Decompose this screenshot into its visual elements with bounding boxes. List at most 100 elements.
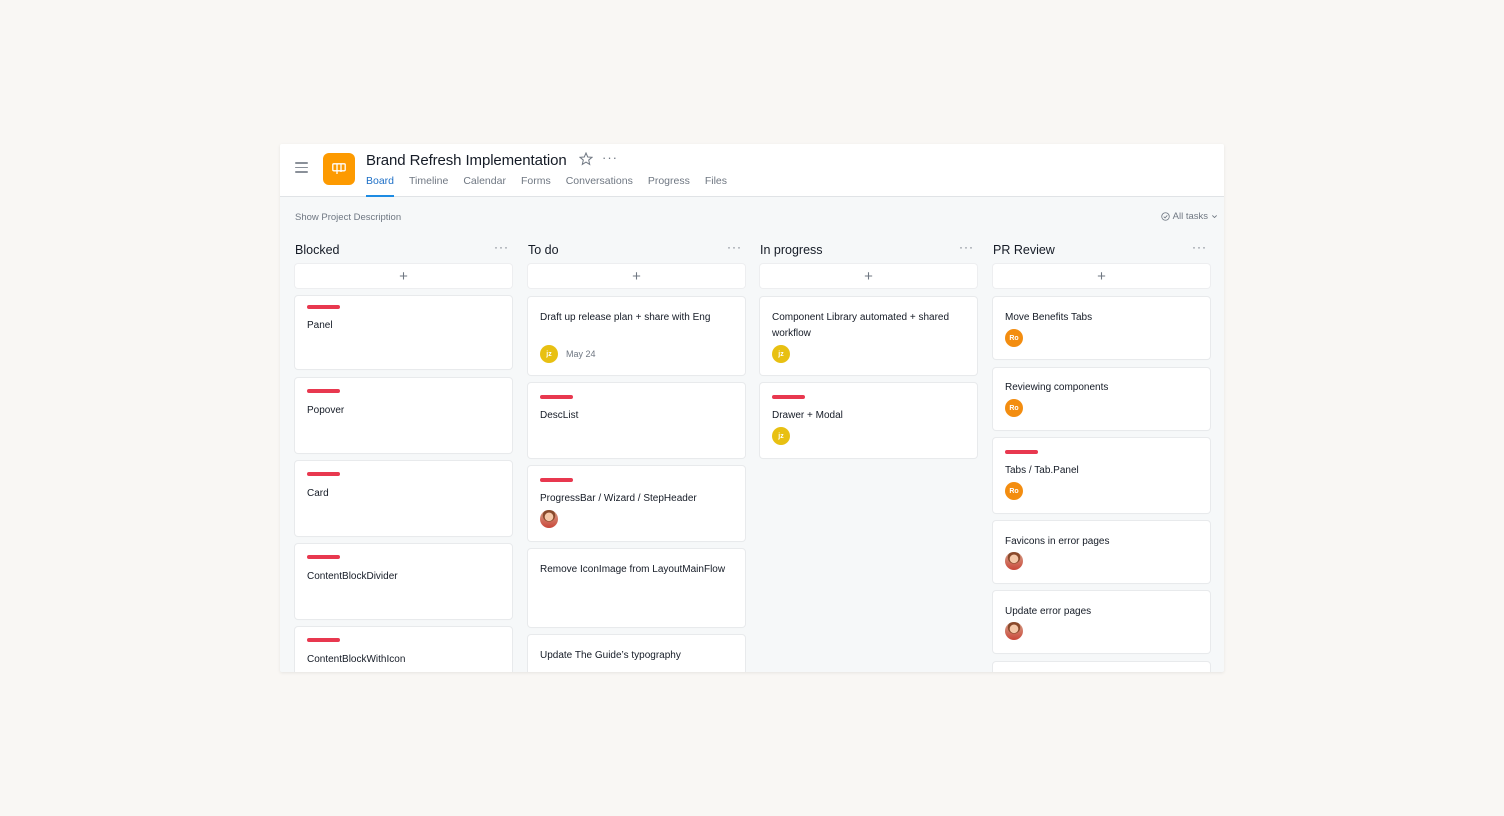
tag-red bbox=[307, 389, 340, 393]
task-card[interactable]: ContentBlockDivider bbox=[295, 544, 512, 619]
task-title: Card bbox=[307, 488, 329, 499]
task-card[interactable]: Remove IconImage from LayoutMainFlow bbox=[528, 549, 745, 627]
task-card[interactable]: Component Library automated + shared wor… bbox=[760, 297, 977, 375]
plus-icon: + bbox=[399, 267, 408, 285]
column-more-button[interactable]: ··· bbox=[494, 240, 509, 254]
task-card[interactable]: Panel bbox=[295, 296, 512, 369]
task-card[interactable]: Card bbox=[295, 461, 512, 536]
task-title: ContentBlockDivider bbox=[307, 571, 398, 582]
avatar[interactable] bbox=[1005, 552, 1023, 570]
avatar[interactable]: Ro bbox=[1005, 482, 1023, 500]
project-more-button[interactable]: ··· bbox=[602, 150, 618, 165]
avatar[interactable]: Ro bbox=[1005, 399, 1023, 417]
task-title: Tabs / Tab.Panel bbox=[1005, 465, 1079, 476]
column-title: Blocked bbox=[295, 243, 340, 257]
task-title: Move Benefits Tabs bbox=[1005, 312, 1093, 323]
task-card[interactable]: Drawer + Modal jz bbox=[760, 383, 977, 458]
task-card[interactable]: Draft up release plan + share with Eng j… bbox=[528, 297, 745, 375]
task-title: Favicons in error pages bbox=[1005, 536, 1110, 547]
task-title: Drawer + Modal bbox=[772, 410, 843, 421]
column-title: PR Review bbox=[993, 243, 1055, 257]
task-card[interactable]: DescList bbox=[528, 383, 745, 458]
tag-red bbox=[307, 472, 340, 476]
task-card[interactable]: ContentBlockWithIcon bbox=[295, 627, 512, 672]
tab-conversations[interactable]: Conversations bbox=[566, 175, 633, 197]
avatar[interactable] bbox=[1005, 622, 1023, 640]
tab-progress[interactable]: Progress bbox=[648, 175, 690, 197]
page-title: Brand Refresh Implementation bbox=[366, 152, 567, 169]
add-task-button[interactable]: + bbox=[760, 264, 977, 288]
task-card[interactable]: Popover bbox=[295, 378, 512, 453]
tab-files[interactable]: Files bbox=[705, 175, 727, 197]
avatar[interactable]: jz bbox=[540, 345, 558, 363]
task-title: Panel bbox=[307, 320, 333, 331]
chevron-down-icon bbox=[1212, 215, 1217, 219]
tab-timeline[interactable]: Timeline bbox=[409, 175, 448, 197]
all-tasks-filter[interactable]: All tasks bbox=[1160, 211, 1218, 222]
task-card[interactable]: Tabs / Tab.Panel Ro bbox=[993, 438, 1210, 513]
tab-calendar[interactable]: Calendar bbox=[463, 175, 506, 197]
project-tabs: Board Timeline Calendar Forms Conversati… bbox=[366, 175, 742, 197]
board-icon bbox=[332, 163, 346, 174]
column-header: In progress ··· bbox=[760, 237, 977, 264]
board-toolbar: Show Project Description All tasks bbox=[280, 197, 1224, 237]
all-tasks-label: All tasks bbox=[1172, 211, 1208, 222]
task-card[interactable]: Favicons in error pages bbox=[993, 521, 1210, 583]
project-window: Brand Refresh Implementation ··· Board T… bbox=[280, 144, 1224, 672]
project-header: Brand Refresh Implementation ··· Board T… bbox=[280, 144, 1224, 197]
task-title: Update error pages bbox=[1005, 606, 1092, 617]
column-header: Blocked ··· bbox=[295, 237, 512, 264]
tag-red bbox=[307, 305, 340, 309]
column-title: In progress bbox=[760, 243, 823, 257]
task-card[interactable]: Move Benefits Tabs Ro bbox=[993, 297, 1210, 359]
column-title: To do bbox=[528, 243, 559, 257]
avatar[interactable]: jz bbox=[772, 345, 790, 363]
hamburger-menu-icon[interactable] bbox=[295, 162, 308, 173]
add-task-button[interactable]: + bbox=[993, 264, 1210, 288]
plus-icon: + bbox=[632, 267, 641, 285]
tag-red bbox=[1005, 450, 1038, 454]
show-description-link[interactable]: Show Project Description bbox=[295, 212, 401, 223]
task-title: ContentBlockWithIcon bbox=[307, 654, 406, 665]
task-title: Remove IconImage from LayoutMainFlow bbox=[540, 564, 726, 575]
add-task-button[interactable]: + bbox=[295, 264, 512, 288]
column-header: PR Review ··· bbox=[993, 237, 1210, 264]
column-more-button[interactable]: ··· bbox=[727, 240, 742, 254]
task-title: Draft up release plan + share with Eng bbox=[540, 312, 711, 323]
task-card[interactable] bbox=[993, 662, 1210, 672]
due-date: May 24 bbox=[566, 349, 596, 359]
column-pr-review: PR Review ··· + Move Benefits Tabs Ro Re… bbox=[993, 237, 1210, 672]
tab-board[interactable]: Board bbox=[366, 175, 395, 197]
column-in-progress: In progress ··· + Component Library auto… bbox=[760, 237, 977, 458]
task-title: Reviewing components bbox=[1005, 382, 1109, 393]
task-card[interactable]: Update The Guide’s typography bbox=[528, 635, 745, 672]
task-title: Component Library automated + shared wor… bbox=[772, 312, 950, 339]
tag-red bbox=[540, 395, 573, 399]
tag-red bbox=[307, 638, 340, 642]
project-board-icon bbox=[323, 153, 355, 185]
task-card[interactable]: ProgressBar / Wizard / StepHeader bbox=[528, 466, 745, 541]
column-more-button[interactable]: ··· bbox=[959, 240, 974, 254]
avatar[interactable]: Ro bbox=[1005, 329, 1023, 347]
task-title: DescList bbox=[540, 410, 579, 421]
tag-red bbox=[772, 395, 805, 399]
tag-red bbox=[540, 478, 573, 482]
check-circle-icon bbox=[1160, 212, 1170, 221]
star-icon[interactable] bbox=[579, 152, 593, 166]
avatar[interactable] bbox=[540, 510, 558, 528]
task-card[interactable]: Reviewing components Ro bbox=[993, 368, 1210, 430]
task-title: ProgressBar / Wizard / StepHeader bbox=[540, 493, 697, 504]
column-to-do: To do ··· + Draft up release plan + shar… bbox=[528, 237, 745, 672]
column-blocked: Blocked ··· + Panel Popover Card Content… bbox=[295, 237, 512, 672]
task-title: Update The Guide’s typography bbox=[540, 650, 681, 661]
tag-red bbox=[307, 555, 340, 559]
task-card[interactable]: Update error pages bbox=[993, 591, 1210, 653]
column-header: To do ··· bbox=[528, 237, 745, 264]
tab-forms[interactable]: Forms bbox=[521, 175, 551, 197]
plus-icon: + bbox=[864, 267, 873, 285]
add-task-button[interactable]: + bbox=[528, 264, 745, 288]
task-title: Popover bbox=[307, 405, 345, 416]
plus-icon: + bbox=[1097, 267, 1106, 285]
avatar[interactable]: jz bbox=[772, 427, 790, 445]
column-more-button[interactable]: ··· bbox=[1192, 240, 1207, 254]
